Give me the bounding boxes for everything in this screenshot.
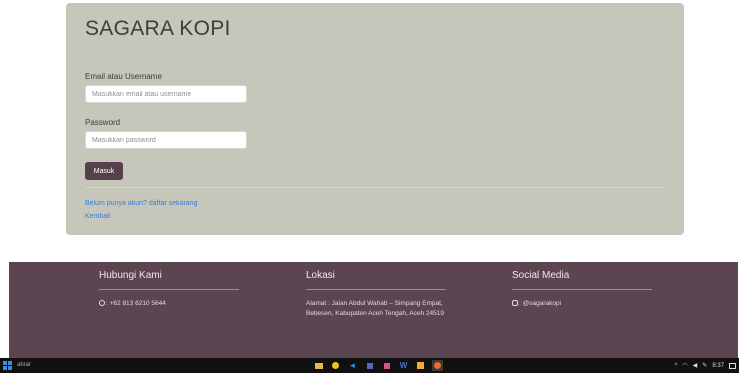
site-footer: Hubungi Kami : +62 813 6210 5644 Lokasi … <box>9 262 738 358</box>
contact-phone: : +62 813 6210 5644 <box>106 300 166 307</box>
word-icon[interactable]: W <box>398 360 409 371</box>
taskbar: abrar ◄ W ^ ◠ ◀ ✎ 8:37 <box>0 358 739 373</box>
login-button[interactable]: Masuk <box>85 162 123 180</box>
chevron-up-icon[interactable]: ^ <box>675 363 678 369</box>
email-label: Email atau Username <box>85 72 162 81</box>
whatsapp-icon <box>99 300 105 306</box>
app-icon[interactable] <box>381 360 392 371</box>
back-link[interactable]: Kembali <box>85 213 110 220</box>
social-divider <box>512 289 652 290</box>
contact-divider <box>99 289 239 290</box>
wifi-icon[interactable]: ◠ <box>682 362 687 369</box>
clock[interactable]: 8:37 <box>712 363 724 369</box>
pen-icon[interactable]: ✎ <box>702 362 707 369</box>
taskbar-search[interactable]: abrar <box>17 360 31 371</box>
file-explorer-icon[interactable] <box>313 360 324 371</box>
location-divider <box>306 289 446 290</box>
email-field[interactable] <box>85 85 247 103</box>
divider <box>85 187 665 188</box>
firefox-icon[interactable] <box>432 360 443 371</box>
location-address: Alamat : Jalan Abdul Wahab – Simpang Emp… <box>306 300 444 317</box>
footer-location: Lokasi Alamat : Jalan Abdul Wahab – Simp… <box>306 270 456 318</box>
volume-icon[interactable]: ◀ <box>693 362 698 369</box>
system-tray: ^ ◠ ◀ ✎ 8:37 <box>675 359 736 372</box>
location-title: Lokasi <box>306 270 335 281</box>
brand-title: SAGARA KOPI <box>85 17 231 40</box>
instagram-icon <box>512 300 518 306</box>
vscode-icon[interactable]: ◄ <box>347 360 358 371</box>
register-link[interactable]: Belum punya akun? daftar sekarang <box>85 200 197 207</box>
password-label: Password <box>85 118 121 127</box>
taskbar-apps: ◄ W <box>313 359 443 372</box>
social-handle: : @sagarakopi <box>519 300 562 307</box>
footer-social: Social Media : @sagarakopi <box>512 270 652 309</box>
chrome-icon[interactable] <box>330 360 341 371</box>
contact-title: Hubungi Kami <box>99 270 162 281</box>
notification-icon[interactable] <box>729 362 736 369</box>
login-card: SAGARA KOPI Email atau Username Password… <box>66 3 684 235</box>
password-field[interactable] <box>85 131 247 149</box>
teams-icon[interactable] <box>364 360 375 371</box>
windows-start-icon[interactable] <box>3 361 12 370</box>
sticky-notes-icon[interactable] <box>415 360 426 371</box>
footer-contact: Hubungi Kami : +62 813 6210 5644 <box>99 270 239 309</box>
social-title: Social Media <box>512 270 570 281</box>
